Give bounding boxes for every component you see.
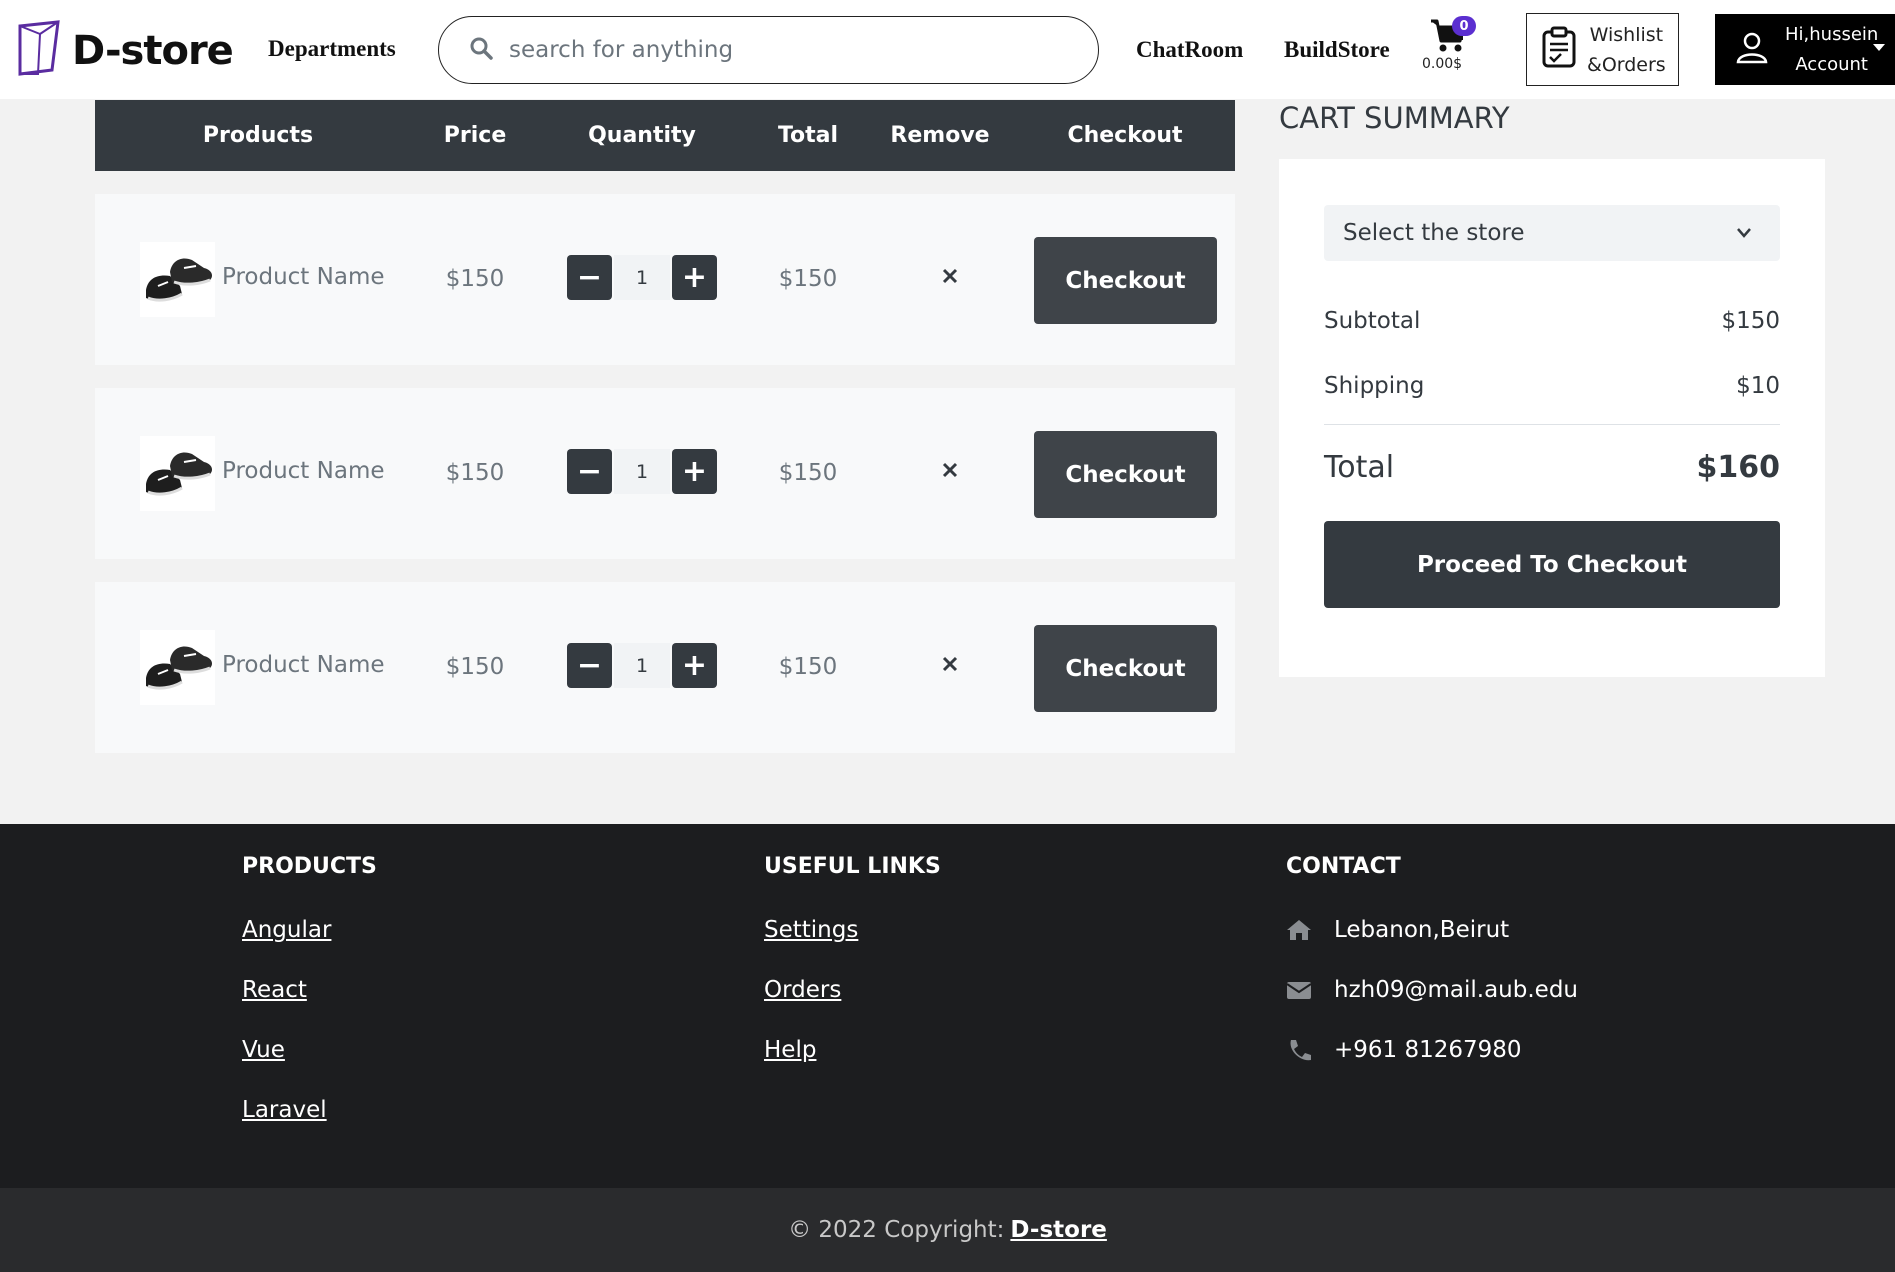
total-value: $160 bbox=[1696, 450, 1781, 485]
contact-address: Lebanon,Beirut bbox=[1286, 917, 1509, 943]
phone-text: +961 81267980 bbox=[1334, 1037, 1522, 1063]
footer-link-settings[interactable]: Settings bbox=[764, 917, 858, 943]
decrease-quantity-button[interactable]: − bbox=[567, 255, 612, 300]
brand-name: D-store bbox=[72, 27, 234, 74]
increase-quantity-button[interactable]: + bbox=[672, 449, 717, 494]
product-total: $150 bbox=[778, 654, 838, 680]
cart-summary-title: CART SUMMARY bbox=[1279, 101, 1510, 135]
subtotal-label: Subtotal bbox=[1324, 308, 1421, 334]
top-navbar: D-store Departments ChatRoom BuildStore … bbox=[0, 0, 1895, 99]
summary-divider bbox=[1324, 424, 1780, 425]
footer-link-angular[interactable]: Angular bbox=[242, 917, 331, 943]
product-total: $150 bbox=[778, 460, 838, 486]
footer-link-vue[interactable]: Vue bbox=[242, 1037, 285, 1063]
store-select[interactable]: Select the store bbox=[1324, 205, 1780, 261]
row-checkout-button[interactable]: Checkout bbox=[1034, 431, 1217, 518]
header-products: Products bbox=[202, 123, 314, 148]
cart-row: Product Name $150 − + $150 Checkout bbox=[95, 388, 1235, 559]
product-name[interactable]: Product Name bbox=[222, 264, 385, 290]
footer-contact-title: CONTACT bbox=[1286, 854, 1401, 879]
product-price: $150 bbox=[445, 266, 505, 292]
product-image[interactable] bbox=[140, 630, 215, 705]
product-name[interactable]: Product Name bbox=[222, 652, 385, 678]
proceed-to-checkout-button[interactable]: Proceed To Checkout bbox=[1324, 521, 1780, 608]
quantity-input[interactable] bbox=[614, 255, 670, 300]
brand-logo[interactable]: D-store bbox=[18, 20, 234, 81]
quantity-input[interactable] bbox=[614, 643, 670, 688]
account-label: Account bbox=[1795, 53, 1868, 75]
phone-icon bbox=[1290, 1040, 1311, 1061]
total-line: Total $160 bbox=[1324, 450, 1780, 485]
increase-quantity-button[interactable]: + bbox=[672, 643, 717, 688]
user-icon bbox=[1735, 30, 1769, 69]
product-image[interactable] bbox=[140, 436, 215, 511]
decrease-quantity-button[interactable]: − bbox=[567, 449, 612, 494]
product-name[interactable]: Product Name bbox=[222, 458, 385, 484]
header-quantity: Quantity bbox=[588, 123, 696, 148]
footer-link-react[interactable]: React bbox=[242, 977, 307, 1003]
shipping-label: Shipping bbox=[1324, 373, 1425, 399]
email-text: hzh09@mail.aub.edu bbox=[1334, 977, 1578, 1003]
copyright-bar: © 2022 Copyright: D-store bbox=[0, 1188, 1895, 1272]
contact-phone: +961 81267980 bbox=[1286, 1037, 1522, 1063]
footer-link-laravel[interactable]: Laravel bbox=[242, 1097, 327, 1123]
total-label: Total bbox=[1324, 450, 1395, 485]
address-text: Lebanon,Beirut bbox=[1334, 917, 1510, 943]
shipping-line: Shipping $10 bbox=[1324, 373, 1780, 399]
search-input[interactable] bbox=[509, 37, 1069, 63]
cube-logo-icon bbox=[18, 20, 60, 81]
wishlist-label: Wishlist bbox=[1589, 23, 1664, 46]
header-checkout: Checkout bbox=[1067, 123, 1183, 148]
row-checkout-button[interactable]: Checkout bbox=[1034, 237, 1217, 324]
home-icon bbox=[1287, 920, 1311, 940]
cart-table-header: Products Price Quantity Total Remove Che… bbox=[95, 100, 1235, 171]
cart-summary-card: Select the store Subtotal $150 Shipping … bbox=[1279, 159, 1825, 677]
cart-count-badge: 0 bbox=[1452, 16, 1476, 36]
remove-item-close-icon[interactable] bbox=[935, 455, 965, 485]
account-menu[interactable]: Hi,hussein Account bbox=[1715, 14, 1895, 85]
orders-label: &Orders bbox=[1587, 53, 1666, 76]
header-total: Total bbox=[777, 123, 839, 148]
nav-buildstore[interactable]: BuildStore bbox=[1284, 37, 1390, 63]
envelope-icon bbox=[1286, 982, 1312, 999]
product-price: $150 bbox=[445, 654, 505, 680]
shipping-value: $10 bbox=[1736, 373, 1780, 399]
chevron-down-icon bbox=[1737, 228, 1751, 238]
nav-chatroom[interactable]: ChatRoom bbox=[1136, 37, 1243, 63]
row-checkout-button[interactable]: Checkout bbox=[1034, 625, 1217, 712]
search-icon[interactable] bbox=[469, 36, 493, 65]
cart-row: Product Name $150 − + $150 Checkout bbox=[95, 582, 1235, 753]
nav-departments[interactable]: Departments bbox=[268, 36, 396, 62]
header-price: Price bbox=[443, 123, 507, 148]
account-greeting: Hi,hussein bbox=[1785, 23, 1879, 45]
footer-products-title: PRODUCTS bbox=[242, 854, 377, 879]
header-remove: Remove bbox=[890, 123, 990, 148]
copyright-text: © 2022 Copyright: bbox=[788, 1217, 1005, 1243]
copyright-brand-link[interactable]: D-store bbox=[1010, 1217, 1107, 1243]
subtotal-value: $150 bbox=[1721, 308, 1780, 334]
increase-quantity-button[interactable]: + bbox=[672, 255, 717, 300]
subtotal-line: Subtotal $150 bbox=[1324, 308, 1780, 334]
caret-down-icon bbox=[1873, 44, 1885, 51]
remove-item-close-icon[interactable] bbox=[935, 261, 965, 291]
product-image[interactable] bbox=[140, 242, 215, 317]
cart-amount: 0.00$ bbox=[1422, 56, 1463, 72]
wishlist-orders-button[interactable]: Wishlist &Orders bbox=[1526, 13, 1679, 86]
footer: PRODUCTS Angular React Vue Laravel USEFU… bbox=[0, 824, 1895, 1188]
product-total: $150 bbox=[778, 266, 838, 292]
quantity-input[interactable] bbox=[614, 449, 670, 494]
contact-email: hzh09@mail.aub.edu bbox=[1286, 977, 1578, 1003]
store-select-value: Select the store bbox=[1343, 220, 1525, 246]
remove-item-close-icon[interactable] bbox=[935, 649, 965, 679]
product-price: $150 bbox=[445, 460, 505, 486]
decrease-quantity-button[interactable]: − bbox=[567, 643, 612, 688]
cart-button[interactable]: 0 0.00$ bbox=[1422, 14, 1480, 76]
footer-link-orders[interactable]: Orders bbox=[764, 977, 841, 1003]
clipboard-list-icon bbox=[1541, 26, 1577, 73]
search-bar bbox=[438, 16, 1099, 84]
footer-links-title: USEFUL LINKS bbox=[764, 854, 941, 879]
footer-link-help[interactable]: Help bbox=[764, 1037, 816, 1063]
cart-row: Product Name $150 − + $150 Checkout bbox=[95, 194, 1235, 365]
